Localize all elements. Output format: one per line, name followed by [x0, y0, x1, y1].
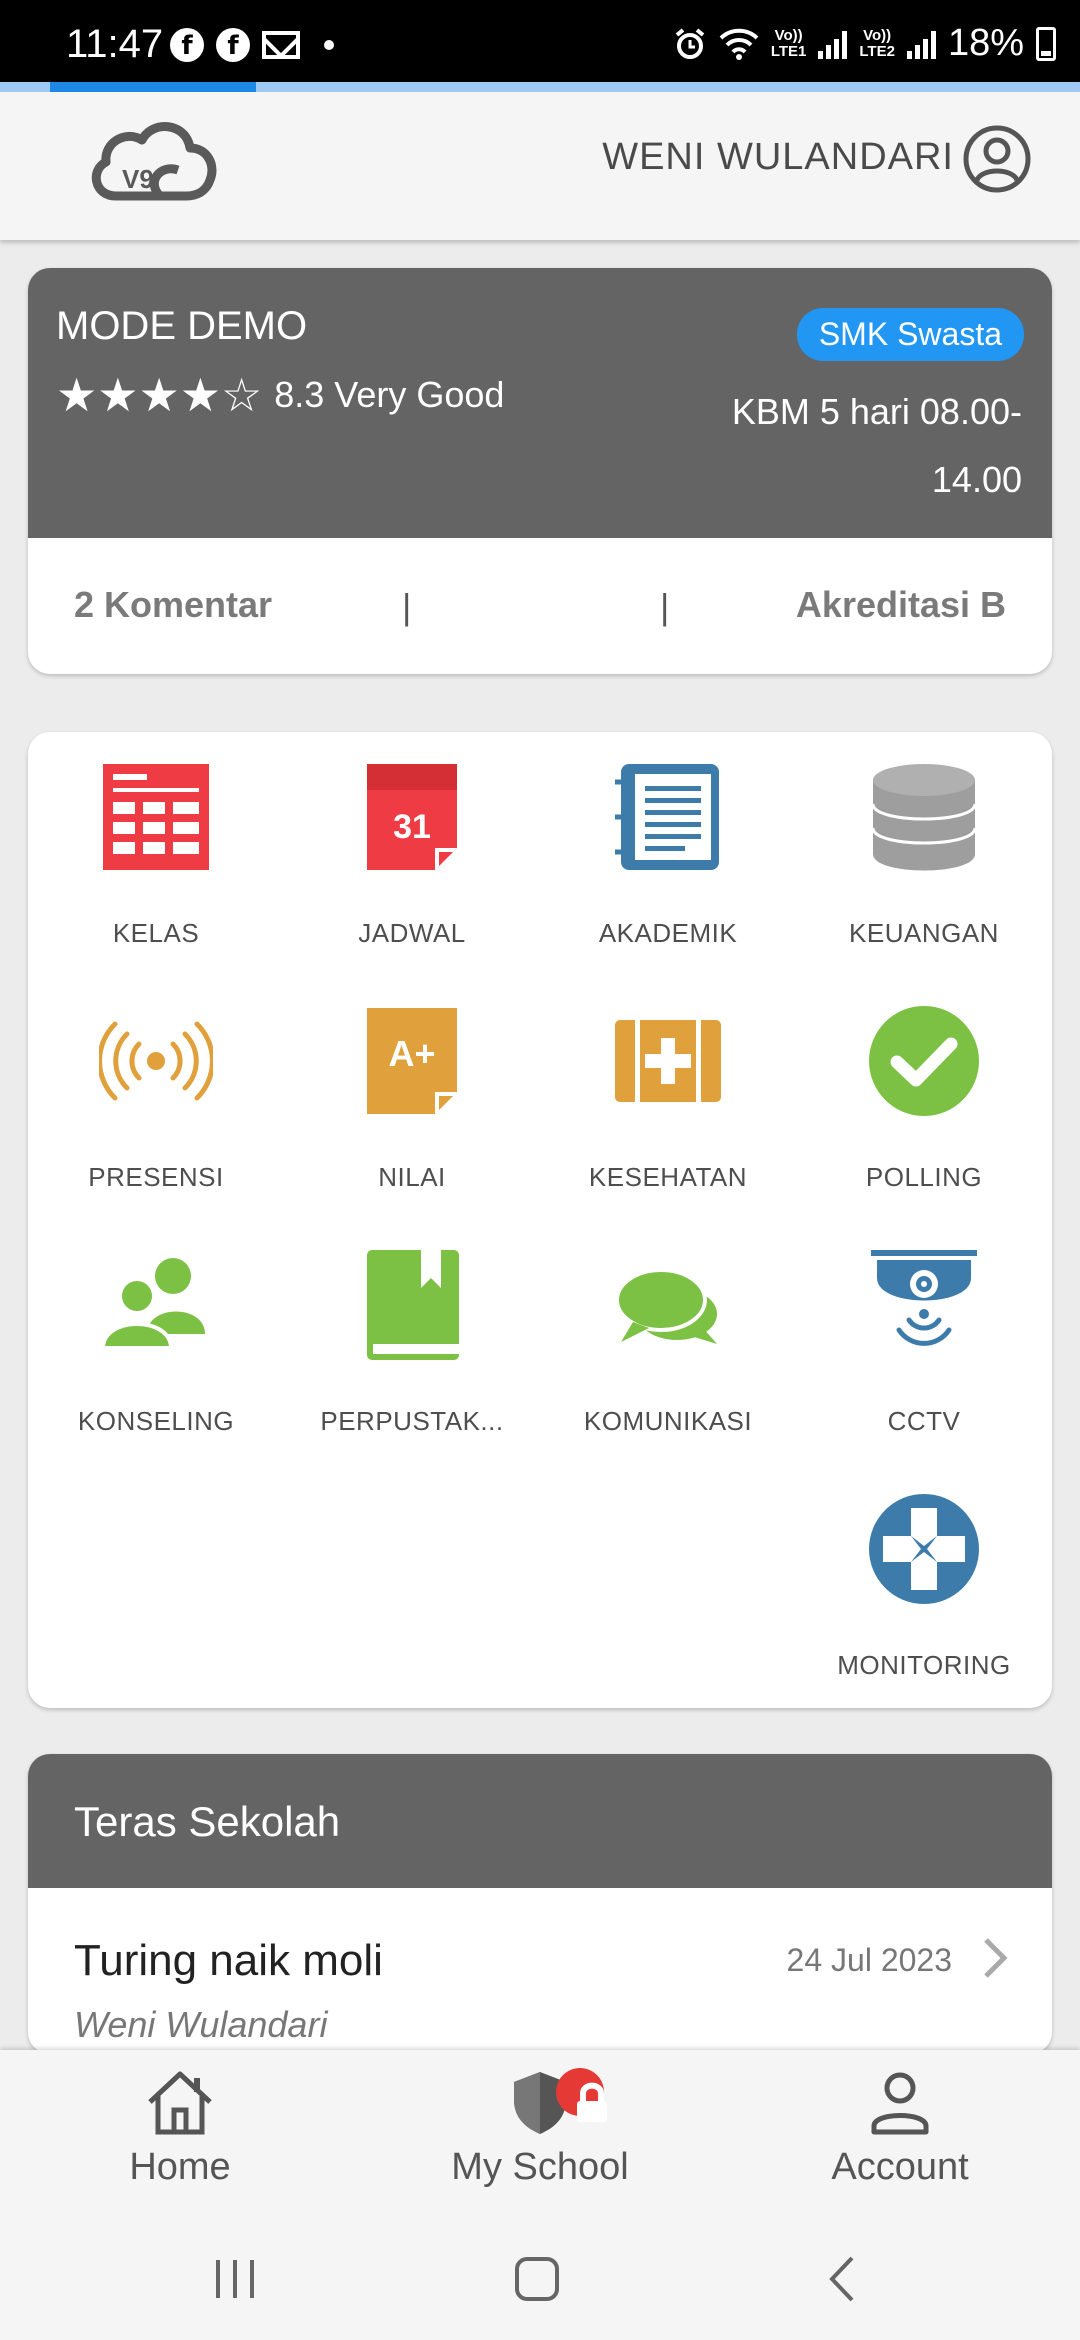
user-account-icon[interactable] — [962, 124, 1032, 194]
battery-icon — [1036, 26, 1056, 61]
menu-label: KELAS — [112, 918, 200, 948]
notebook-icon — [615, 764, 719, 870]
divider: | — [402, 586, 412, 627]
menu-item-monitoring[interactable]: MONITORING — [796, 1464, 1052, 1704]
star-filled-icon: ★ — [138, 368, 180, 422]
menu-item-jadwal[interactable]: 31 JADWAL — [284, 732, 540, 972]
nav-label: Home — [129, 2146, 231, 2188]
bottom-navigation: Home My School Account — [0, 2050, 1080, 2214]
menu-label: MONITORING — [837, 1650, 1011, 1680]
nav-label: Account — [831, 2146, 969, 2188]
logo-text: V9 — [122, 164, 154, 194]
star-filled-icon: ★ — [97, 368, 139, 422]
post-title: Turing naik moli — [74, 1936, 383, 1985]
app-logo[interactable]: V9 — [86, 112, 220, 212]
chevron-right-icon — [984, 1938, 1008, 1978]
back-icon[interactable] — [818, 2254, 868, 2304]
people-icon — [100, 1258, 205, 1350]
alarm-icon — [675, 27, 705, 59]
menu-label: PERPUSTAK... — [320, 1406, 504, 1436]
menu-item-polling[interactable]: POLLING — [796, 976, 1052, 1216]
menu-label: CCTV — [887, 1406, 961, 1436]
calendar-day-text: 31 — [393, 808, 431, 846]
menu-label: KEUANGAN — [849, 918, 999, 948]
cctv-camera-icon — [871, 1250, 977, 1346]
battery-percent: 18% — [947, 22, 1024, 64]
school-info-card[interactable]: MODE DEMO ★ ★ ★ ★ ☆ 8.3 Very Good SMK Sw… — [28, 268, 1052, 674]
menu-item-nilai[interactable]: A+ NILAI — [284, 976, 540, 1216]
school-type-badge: SMK Swasta — [796, 308, 1024, 361]
status-time: 11:47 — [66, 22, 164, 66]
lock-badge-icon — [556, 2068, 607, 2122]
star-filled-icon: ★ — [56, 368, 98, 422]
accreditation: Akreditasi B — [795, 584, 1006, 625]
grade-text: A+ — [388, 1033, 435, 1074]
user-name: WENI WULANDARI — [602, 136, 954, 178]
sim2-label: Vo)) LTE2 — [859, 26, 895, 60]
nav-my-school[interactable]: My School — [410, 2066, 670, 2189]
menu-item-perpustakaan[interactable]: PERPUSTAK... — [284, 1220, 540, 1460]
school-schedule: KBM 5 hari 08.00-14.00 — [731, 391, 1022, 500]
menu-item-kelas[interactable]: KELAS — [28, 732, 284, 972]
system-navigation-bar — [0, 2214, 1080, 2340]
post-author: Weni Wulandari — [74, 2004, 328, 2045]
chat-bubbles-icon — [615, 1268, 717, 1344]
menu-label: NILAI — [378, 1162, 446, 1192]
medical-kit-icon — [615, 1020, 721, 1102]
menu-item-akademik[interactable]: AKADEMIK — [540, 732, 796, 972]
home-icon — [148, 2071, 212, 2135]
menu-label: KONSELING — [77, 1406, 235, 1436]
menu-item-komunikasi[interactable]: KOMUNIKASI — [540, 1220, 796, 1460]
section-title: Teras Sekolah — [28, 1754, 1052, 1888]
nav-label: My School — [451, 2146, 629, 2188]
nav-home[interactable]: Home — [50, 2066, 310, 2189]
person-icon — [871, 2072, 929, 2135]
menu-label: POLLING — [865, 1162, 983, 1192]
signal-strength-icon — [818, 29, 848, 59]
check-circle-icon — [869, 1006, 979, 1116]
sim1-label: Vo)) LTE1 — [770, 26, 807, 60]
more-notifications-icon — [324, 40, 334, 50]
menu-item-cctv[interactable]: CCTV — [796, 1220, 1052, 1460]
nav-account[interactable]: Account — [770, 2066, 1030, 2189]
broadcast-icon — [99, 1021, 213, 1101]
feature-menu-grid: KELAS 31 JADWAL AKADEMIK KEUANGAN PRESEN… — [28, 732, 1052, 1708]
facebook-notification-icon: f — [216, 28, 250, 62]
home-button-icon[interactable] — [512, 2254, 562, 2304]
divider: | — [660, 586, 670, 627]
star-filled-icon: ★ — [179, 368, 221, 422]
menu-label: PRESENSI — [88, 1162, 224, 1192]
school-rating: ★ ★ ★ ★ ☆ 8.3 Very Good — [56, 372, 504, 418]
teras-sekolah-section: Teras Sekolah Turing naik moli 24 Jul 20… — [28, 1754, 1052, 2054]
comments-link[interactable]: 2 Komentar — [74, 584, 272, 626]
school-name: MODE DEMO — [56, 304, 308, 348]
menu-item-kesehatan[interactable]: KESEHATAN — [540, 976, 796, 1216]
menu-item-konseling[interactable]: KONSELING — [28, 1220, 284, 1460]
facebook-notification-icon: f — [170, 28, 204, 62]
loading-progress-bar — [0, 82, 1080, 92]
menu-item-keuangan[interactable]: KEUANGAN — [796, 732, 1052, 972]
post-date: 24 Jul 2023 — [786, 1942, 952, 1978]
book-icon — [367, 1250, 459, 1360]
progress-fill — [50, 82, 256, 92]
calendar-31-icon: 31 — [367, 764, 457, 870]
menu-label: JADWAL — [358, 918, 466, 948]
menu-label: AKADEMIK — [598, 918, 738, 948]
grade-document-icon: A+ — [367, 1008, 457, 1114]
wifi-icon — [719, 28, 759, 60]
monitoring-dpad-icon — [869, 1494, 979, 1604]
recent-apps-icon[interactable] — [210, 2254, 260, 2304]
menu-item-presensi[interactable]: PRESENSI — [28, 976, 284, 1216]
menu-label: KESEHATAN — [588, 1162, 748, 1192]
status-bar: 11:47 f f Vo)) LTE1 Vo)) LTE2 18% — [0, 0, 1080, 82]
gmail-notification-icon — [262, 31, 300, 59]
signal-strength-icon — [906, 29, 936, 59]
calendar-grid-icon — [103, 764, 209, 870]
coins-stack-icon — [871, 764, 977, 871]
rating-text: 8.3 Very Good — [274, 374, 505, 415]
menu-label: KOMUNIKASI — [583, 1406, 753, 1436]
app-header: V9 WENI WULANDARI — [0, 92, 1080, 240]
star-empty-icon: ☆ — [221, 368, 263, 422]
